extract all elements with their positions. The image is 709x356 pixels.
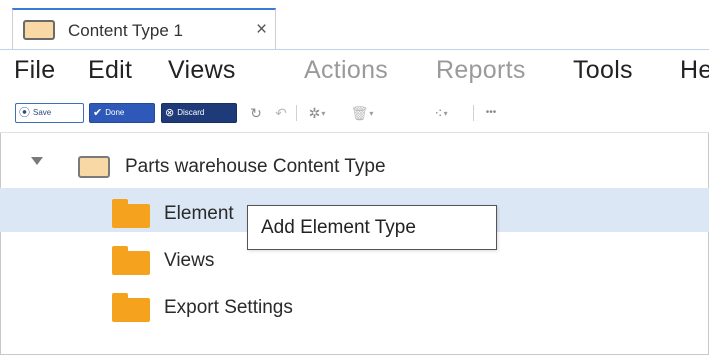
add-element-icon[interactable]: ✲▾ <box>302 102 332 124</box>
tab-label: Content Type 1 <box>68 21 183 40</box>
tree-root[interactable]: Parts warehouse Content Type <box>0 142 709 186</box>
chevron-down-icon[interactable] <box>31 157 43 165</box>
checkmark-icon: ✔ <box>93 107 103 119</box>
toolbar: ⦿ Save ✔ Done ⊗ Discard ↻ ↶ ✲▾ 🗑▾ ⁖▾ ••• <box>0 92 709 133</box>
folder-icon <box>78 156 110 178</box>
folder-icon <box>112 293 150 322</box>
menu-file[interactable]: File <box>14 56 55 85</box>
share-icon[interactable]: ⁖▾ <box>425 102 457 124</box>
tree-root-label: Parts warehouse Content Type <box>125 156 386 177</box>
save-icon: ⦿ <box>19 107 30 119</box>
delete-icon[interactable]: 🗑▾ <box>348 102 376 124</box>
tab-strip: Content Type 1 × <box>0 0 709 50</box>
toolbar-divider <box>473 105 474 121</box>
menu-reports[interactable]: Reports <box>436 56 526 85</box>
done-label: Done <box>105 108 125 117</box>
undo-icon[interactable]: ↶ <box>272 102 290 124</box>
save-button[interactable]: ⦿ Save <box>15 103 84 123</box>
done-button[interactable]: ✔ Done <box>89 103 155 123</box>
save-label: Save <box>33 108 52 117</box>
discard-icon: ⊗ <box>165 107 175 119</box>
menu-edit[interactable]: Edit <box>88 56 132 85</box>
tree-item-label: Element <box>164 203 234 224</box>
menu-actions[interactable]: Actions <box>304 56 388 85</box>
menu-bar: File Edit Views Actions Reports Tools He <box>0 50 709 92</box>
folder-icon <box>112 246 150 275</box>
folder-icon <box>23 20 55 40</box>
menu-tools[interactable]: Tools <box>573 56 633 85</box>
menu-help[interactable]: He <box>680 56 709 85</box>
tree-item-label: Export Settings <box>164 297 293 318</box>
refresh-icon[interactable]: ↻ <box>247 102 265 124</box>
more-icon[interactable]: ••• <box>480 102 502 124</box>
toolbar-divider <box>296 105 297 121</box>
close-icon[interactable]: × <box>256 19 267 41</box>
tree-item-label: Views <box>164 250 215 271</box>
folder-icon <box>112 199 150 228</box>
tooltip-text: Add Element Type <box>261 217 416 238</box>
menu-views[interactable]: Views <box>168 56 236 85</box>
discard-button[interactable]: ⊗ Discard <box>161 103 237 123</box>
tooltip: Add Element Type <box>247 205 497 250</box>
tree-item-export-settings[interactable]: Export Settings <box>0 282 709 326</box>
tab-content-type[interactable]: Content Type 1 × <box>12 8 276 49</box>
discard-label: Discard <box>177 108 205 117</box>
